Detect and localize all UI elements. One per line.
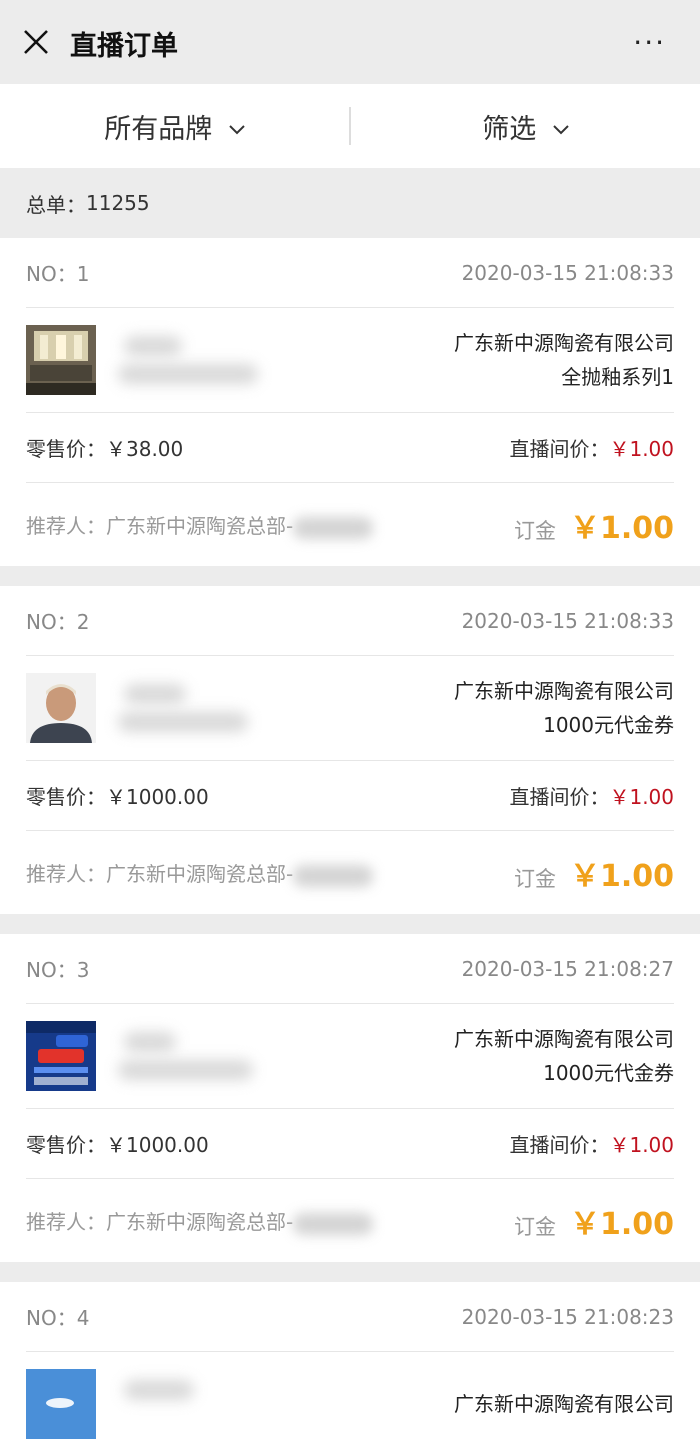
page-title: 直播订单 bbox=[70, 31, 178, 62]
deposit-label: 订金 bbox=[513, 1214, 556, 1239]
deposit-value: ￥1.00 bbox=[569, 510, 674, 546]
referrer-label: 推荐人： bbox=[26, 514, 106, 538]
referrer-label: 推荐人： bbox=[26, 862, 106, 886]
total-value: 11255 bbox=[86, 191, 150, 215]
product-name: 全抛釉系列1 bbox=[561, 365, 674, 389]
live-price-label: 直播间价： bbox=[509, 1133, 610, 1157]
product-thumbnail bbox=[26, 325, 96, 395]
referrer-value: 广东新中源陶瓷总部- bbox=[106, 862, 294, 886]
chevron-down-icon bbox=[553, 125, 569, 135]
referrer-label: 推荐人： bbox=[26, 1210, 106, 1234]
order-time: 2020-03-15 21:08:33 bbox=[461, 608, 674, 633]
order-card[interactable]: NO：1 2020-03-15 21:08:33 广东新中源陶瓷有限公司 全抛釉… bbox=[0, 238, 700, 566]
live-price-label: 直播间价： bbox=[509, 437, 610, 461]
product-thumbnail bbox=[26, 1369, 96, 1439]
order-card[interactable]: NO：2 2020-03-15 21:08:33 广东新中源陶瓷有限公司 100… bbox=[0, 586, 700, 914]
chevron-down-icon bbox=[229, 125, 245, 135]
deposit-value: ￥1.00 bbox=[569, 1206, 674, 1242]
more-icon[interactable]: ··· bbox=[633, 29, 666, 57]
screen-filter-dropdown[interactable]: 筛选 bbox=[351, 107, 700, 146]
order-card[interactable]: NO：3 2020-03-15 21:08:27 广东新中源陶瓷有限公司 100… bbox=[0, 934, 700, 1262]
company-name: 广东新中源陶瓷有限公司 bbox=[454, 331, 674, 355]
company-name: 广东新中源陶瓷有限公司 bbox=[454, 1027, 674, 1051]
order-card[interactable]: NO：4 2020-03-15 21:08:23 广东新中源陶瓷有限公司 bbox=[0, 1282, 700, 1456]
deposit-label: 订金 bbox=[513, 866, 556, 891]
retail-price-label: 零售价： bbox=[26, 1133, 106, 1157]
product-thumbnail bbox=[26, 673, 96, 743]
product-thumbnail bbox=[26, 1021, 96, 1091]
order-number: NO：4 bbox=[26, 1306, 90, 1330]
order-time: 2020-03-15 21:08:23 bbox=[461, 1304, 674, 1329]
product-name: 1000元代金券 bbox=[543, 1061, 674, 1085]
brand-filter-dropdown[interactable]: 所有品牌 bbox=[0, 107, 349, 146]
retail-price-value: ￥38.00 bbox=[106, 437, 184, 461]
live-price-value: ￥1.00 bbox=[609, 437, 674, 461]
referrer-value: 广东新中源陶瓷总部- bbox=[106, 1210, 294, 1234]
retail-price-label: 零售价： bbox=[26, 785, 106, 809]
company-name: 广东新中源陶瓷有限公司 bbox=[454, 679, 674, 703]
retail-price-label: 零售价： bbox=[26, 437, 106, 461]
top-bar: 直播订单 ··· bbox=[0, 0, 700, 84]
customer-info-redacted bbox=[118, 330, 268, 390]
referrer-value: 广东新中源陶瓷总部- bbox=[106, 514, 294, 538]
brand-filter-label: 所有品牌 bbox=[104, 113, 213, 145]
referrer-redacted bbox=[293, 1212, 374, 1235]
customer-info-redacted bbox=[118, 1374, 268, 1434]
close-icon[interactable] bbox=[22, 28, 50, 56]
deposit-value: ￥1.00 bbox=[569, 858, 674, 894]
filter-bar: 所有品牌 筛选 bbox=[0, 84, 700, 168]
company-name: 广东新中源陶瓷有限公司 bbox=[454, 1392, 674, 1416]
card-gap bbox=[0, 566, 700, 586]
order-number: NO：3 bbox=[26, 958, 90, 982]
referrer-redacted bbox=[293, 516, 374, 539]
card-gap bbox=[0, 1262, 700, 1282]
order-number: NO：1 bbox=[26, 262, 90, 286]
retail-price-value: ￥1000.00 bbox=[106, 785, 209, 809]
order-number: NO：2 bbox=[26, 610, 90, 634]
retail-price-value: ￥1000.00 bbox=[106, 1133, 209, 1157]
order-time: 2020-03-15 21:08:33 bbox=[461, 260, 674, 285]
live-price-value: ￥1.00 bbox=[609, 1133, 674, 1157]
order-total: 总单： 11255 bbox=[0, 168, 700, 238]
referrer-redacted bbox=[293, 864, 374, 887]
order-time: 2020-03-15 21:08:27 bbox=[461, 956, 674, 981]
total-label: 总单： bbox=[26, 192, 86, 217]
live-price-value: ￥1.00 bbox=[609, 785, 674, 809]
screen-filter-label: 筛选 bbox=[482, 113, 537, 145]
customer-info-redacted bbox=[118, 1026, 268, 1086]
customer-info-redacted bbox=[118, 678, 268, 738]
card-gap bbox=[0, 914, 700, 934]
product-name: 1000元代金券 bbox=[543, 713, 674, 737]
live-price-label: 直播间价： bbox=[509, 785, 610, 809]
deposit-label: 订金 bbox=[513, 518, 556, 543]
